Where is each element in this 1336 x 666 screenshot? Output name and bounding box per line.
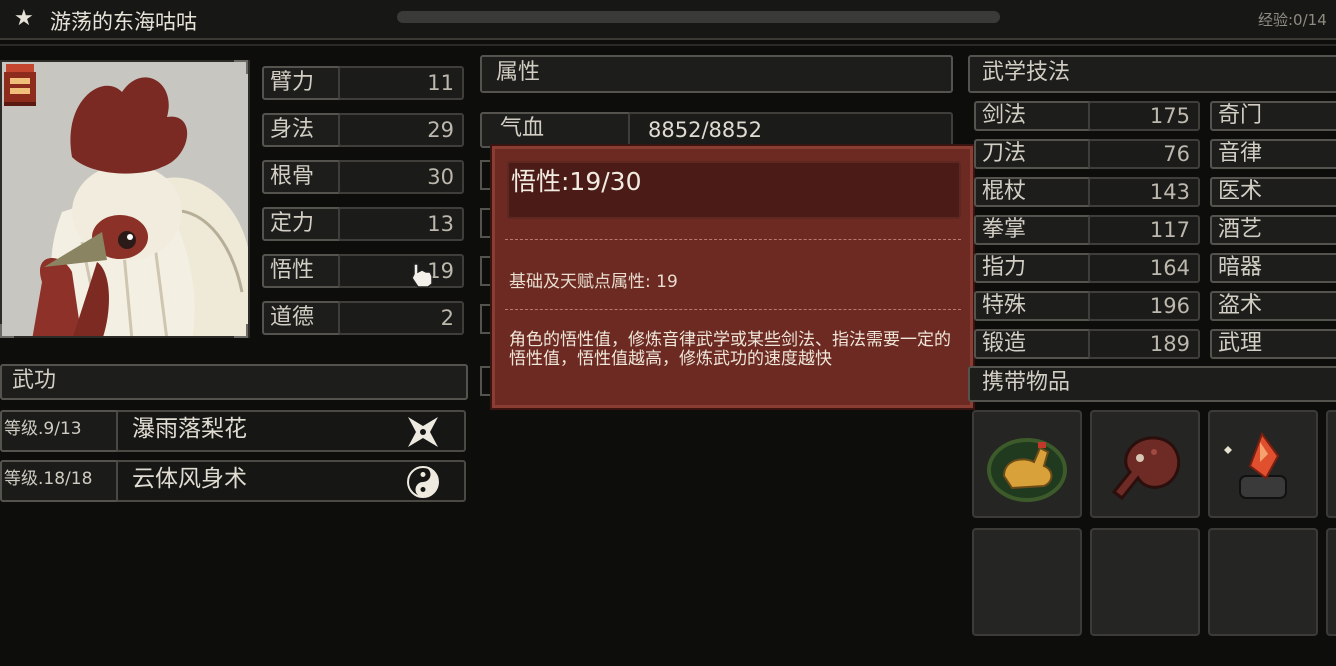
- skill-value-staff: 143: [1088, 177, 1200, 207]
- skill-value-blade: 76: [1088, 139, 1200, 169]
- skill-label-special[interactable]: 特殊: [974, 291, 1092, 321]
- experience-text: 经验:0/14: [1258, 11, 1327, 29]
- shuriken-icon: [404, 414, 442, 450]
- skill-label-finger[interactable]: 指力: [974, 253, 1092, 283]
- skill-value-special: 196: [1088, 291, 1200, 321]
- skill-label-blade[interactable]: 刀法: [974, 139, 1092, 169]
- item-slot[interactable]: [1326, 410, 1336, 518]
- character-name: 游荡的东海咕咕: [50, 10, 197, 34]
- skill-label-fist[interactable]: 拳掌: [974, 215, 1092, 245]
- item-slot[interactable]: [972, 410, 1082, 518]
- hp-label[interactable]: 气血: [480, 112, 632, 148]
- fire-crystal-icon: [1224, 431, 1287, 499]
- skill-label-martial-theory[interactable]: 武理: [1210, 329, 1336, 359]
- tooltip-title: 悟性:19/30: [511, 167, 642, 196]
- golden-rooster-icon: [987, 438, 1067, 502]
- stat-label-comprehension[interactable]: 悟性: [262, 254, 342, 288]
- stat-label-focus[interactable]: 定力: [262, 207, 342, 241]
- stat-label-constitution[interactable]: 根骨: [262, 160, 342, 194]
- skill-label-sword[interactable]: 剑法: [974, 101, 1092, 131]
- item-slot-empty[interactable]: [1208, 528, 1318, 636]
- skill-label-forging[interactable]: 锻造: [974, 329, 1092, 359]
- skill-label-hidden-weapon[interactable]: 暗器: [1210, 253, 1336, 283]
- stat-value-constitution: 30: [338, 160, 464, 194]
- experience-bar: [397, 11, 1000, 23]
- divider: [0, 44, 1336, 46]
- stat-label-arm-strength[interactable]: 臂力: [262, 66, 342, 100]
- skill-label-thievery[interactable]: 盗术: [1210, 291, 1336, 321]
- martial-art-level: 等级.9/13: [0, 410, 120, 452]
- skill-label-staff[interactable]: 棍杖: [974, 177, 1092, 207]
- stat-value-agility: 29: [338, 113, 464, 147]
- item-slot[interactable]: [1208, 410, 1318, 518]
- comprehension-tooltip: 悟性:19/30 基础及天赋点属性: 19 角色的悟性值，修炼音律武学或某些剑法…: [492, 146, 973, 408]
- skill-label-qimen[interactable]: 奇门: [1210, 101, 1336, 131]
- favorite-star-icon[interactable]: ★: [14, 6, 34, 31]
- item-slot[interactable]: [1090, 410, 1200, 518]
- pointer-hand-icon: [410, 262, 434, 288]
- stat-value-arm-strength: 11: [338, 66, 464, 100]
- item-slot-empty[interactable]: [1090, 528, 1200, 636]
- martial-arts-header: 武功: [0, 364, 468, 400]
- stat-value-comprehension: 19: [338, 254, 464, 288]
- carried-items-header: 携带物品: [968, 366, 1336, 402]
- skill-value-forging: 189: [1088, 329, 1200, 359]
- stat-value-morality: 2: [338, 301, 464, 335]
- frame-corner: [234, 60, 248, 74]
- skill-value-finger: 164: [1088, 253, 1200, 283]
- item-slot-empty[interactable]: [972, 528, 1082, 636]
- yin-yang-icon: [406, 465, 440, 499]
- frame-corner: [0, 324, 14, 338]
- tooltip-divider: [505, 239, 961, 240]
- tooltip-divider: [505, 309, 961, 310]
- skill-label-wine[interactable]: 酒艺: [1210, 215, 1336, 245]
- frame-corner: [234, 324, 248, 338]
- martial-art-level: 等级.18/18: [0, 460, 120, 502]
- stat-value-focus: 13: [338, 207, 464, 241]
- stat-label-agility[interactable]: 身法: [262, 113, 342, 147]
- tooltip-base-value: 基础及天赋点属性: 19: [509, 272, 678, 292]
- rank-badge-icon: [2, 62, 38, 108]
- skill-label-medicine[interactable]: 医术: [1210, 177, 1336, 207]
- stat-label-morality[interactable]: 道德: [262, 301, 342, 335]
- drumstick-icon: [1111, 436, 1181, 501]
- skill-value-fist: 117: [1088, 215, 1200, 245]
- skill-label-music[interactable]: 音律: [1210, 139, 1336, 169]
- item-slot-empty[interactable]: [1326, 528, 1336, 636]
- tooltip-description: 角色的悟性值，修炼音律武学或某些剑法、指法需要一定的悟性值，悟性值越高，修炼武功…: [509, 330, 951, 369]
- martial-skills-header: 武学技法: [968, 55, 1336, 93]
- rooster-portrait-icon: [2, 62, 248, 336]
- attributes-header: 属性: [480, 55, 953, 93]
- hp-value: 8852/8852: [628, 112, 953, 148]
- skill-value-sword: 175: [1088, 101, 1200, 131]
